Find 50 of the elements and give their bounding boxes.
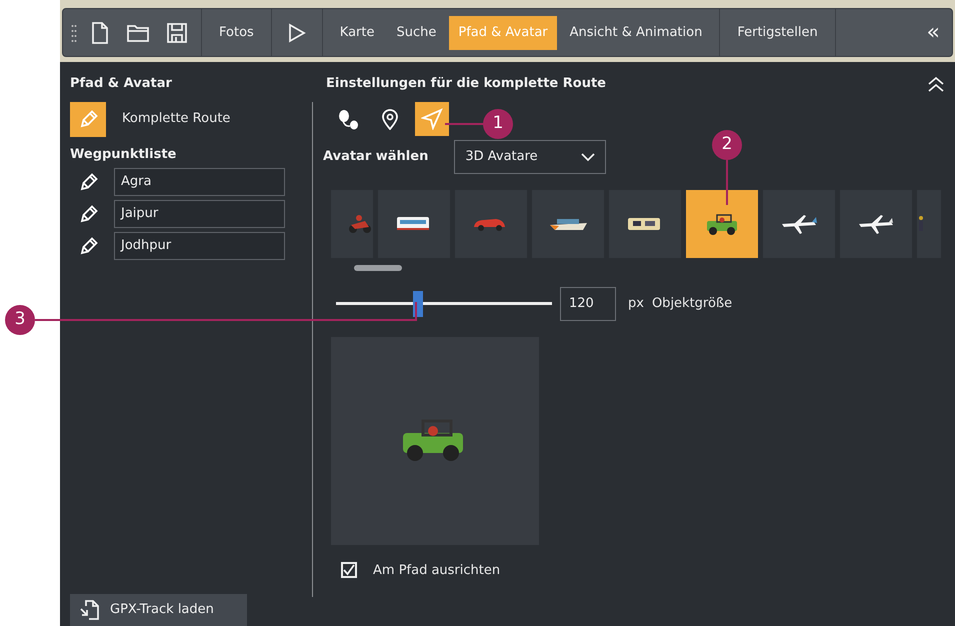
pencil-icon[interactable]	[78, 172, 98, 192]
size-field[interactable]: 120	[560, 286, 616, 320]
section-title: Wegpunktliste	[70, 146, 178, 164]
panel-title: Pfad & Avatar	[70, 75, 173, 93]
align-label[interactable]: Am Pfad ausrichten	[373, 560, 500, 580]
size-label: Objektgröße	[652, 294, 732, 313]
scrollbar-thumb[interactable]	[354, 264, 402, 270]
pencil-icon[interactable]	[78, 236, 98, 256]
save-icon[interactable]	[167, 22, 187, 42]
collapse-up-icon[interactable]	[927, 76, 945, 92]
route-label[interactable]: Komplette Route	[122, 109, 230, 129]
waypoint-field[interactable]: Agra	[114, 168, 285, 196]
send-arrow-icon	[421, 108, 443, 130]
collapse-button[interactable]: «	[922, 16, 944, 50]
avatar-option[interactable]	[686, 190, 758, 258]
unit-label: px	[628, 294, 644, 313]
callout-marker: 3	[5, 305, 35, 335]
load-gpx-button[interactable]: GPX-Track laden	[70, 594, 247, 626]
avatar-option[interactable]	[532, 190, 604, 258]
play-icon[interactable]	[288, 22, 306, 42]
waypoint-field[interactable]: Jaipur	[114, 200, 285, 228]
chevron-down-icon	[581, 152, 596, 162]
settings-title: Einstellungen für die komplette Route	[326, 75, 606, 93]
avatar-option[interactable]	[378, 190, 450, 258]
avatar-label: Avatar wählen	[323, 148, 428, 166]
align-checkbox[interactable]	[341, 562, 357, 578]
leader-line	[445, 123, 484, 125]
toolbar-tab[interactable]: Fertigstellen	[728, 16, 827, 50]
toolbar-tab[interactable]: Karte	[330, 16, 384, 50]
mode-button[interactable]	[415, 102, 449, 136]
avatar-option[interactable]	[609, 190, 681, 258]
folder-icon[interactable]	[127, 24, 149, 42]
pencil-icon	[78, 109, 98, 129]
import-file-icon	[80, 600, 100, 620]
avatar-type-dropdown[interactable]: 3D Avatare	[454, 140, 606, 174]
leader-line	[726, 160, 728, 205]
pencil-icon[interactable]	[78, 204, 98, 224]
avatar-option[interactable]	[763, 190, 835, 258]
map-pin-icon	[379, 108, 401, 130]
waypoint-field[interactable]: Jodhpur	[114, 232, 285, 260]
route-points-icon	[337, 108, 359, 130]
toolbar-tab[interactable]: Suche	[388, 16, 446, 50]
toolbar-tab[interactable]: Fotos	[210, 16, 263, 50]
new-document-icon[interactable]	[91, 22, 109, 44]
checkmark-icon	[343, 564, 355, 576]
avatar-option[interactable]	[840, 190, 912, 258]
airplane-icon	[857, 212, 895, 234]
airplane-icon	[780, 212, 818, 234]
toolbar-tab[interactable]: Ansicht & Animation	[560, 16, 712, 50]
drag-handle-icon[interactable]	[71, 24, 77, 42]
